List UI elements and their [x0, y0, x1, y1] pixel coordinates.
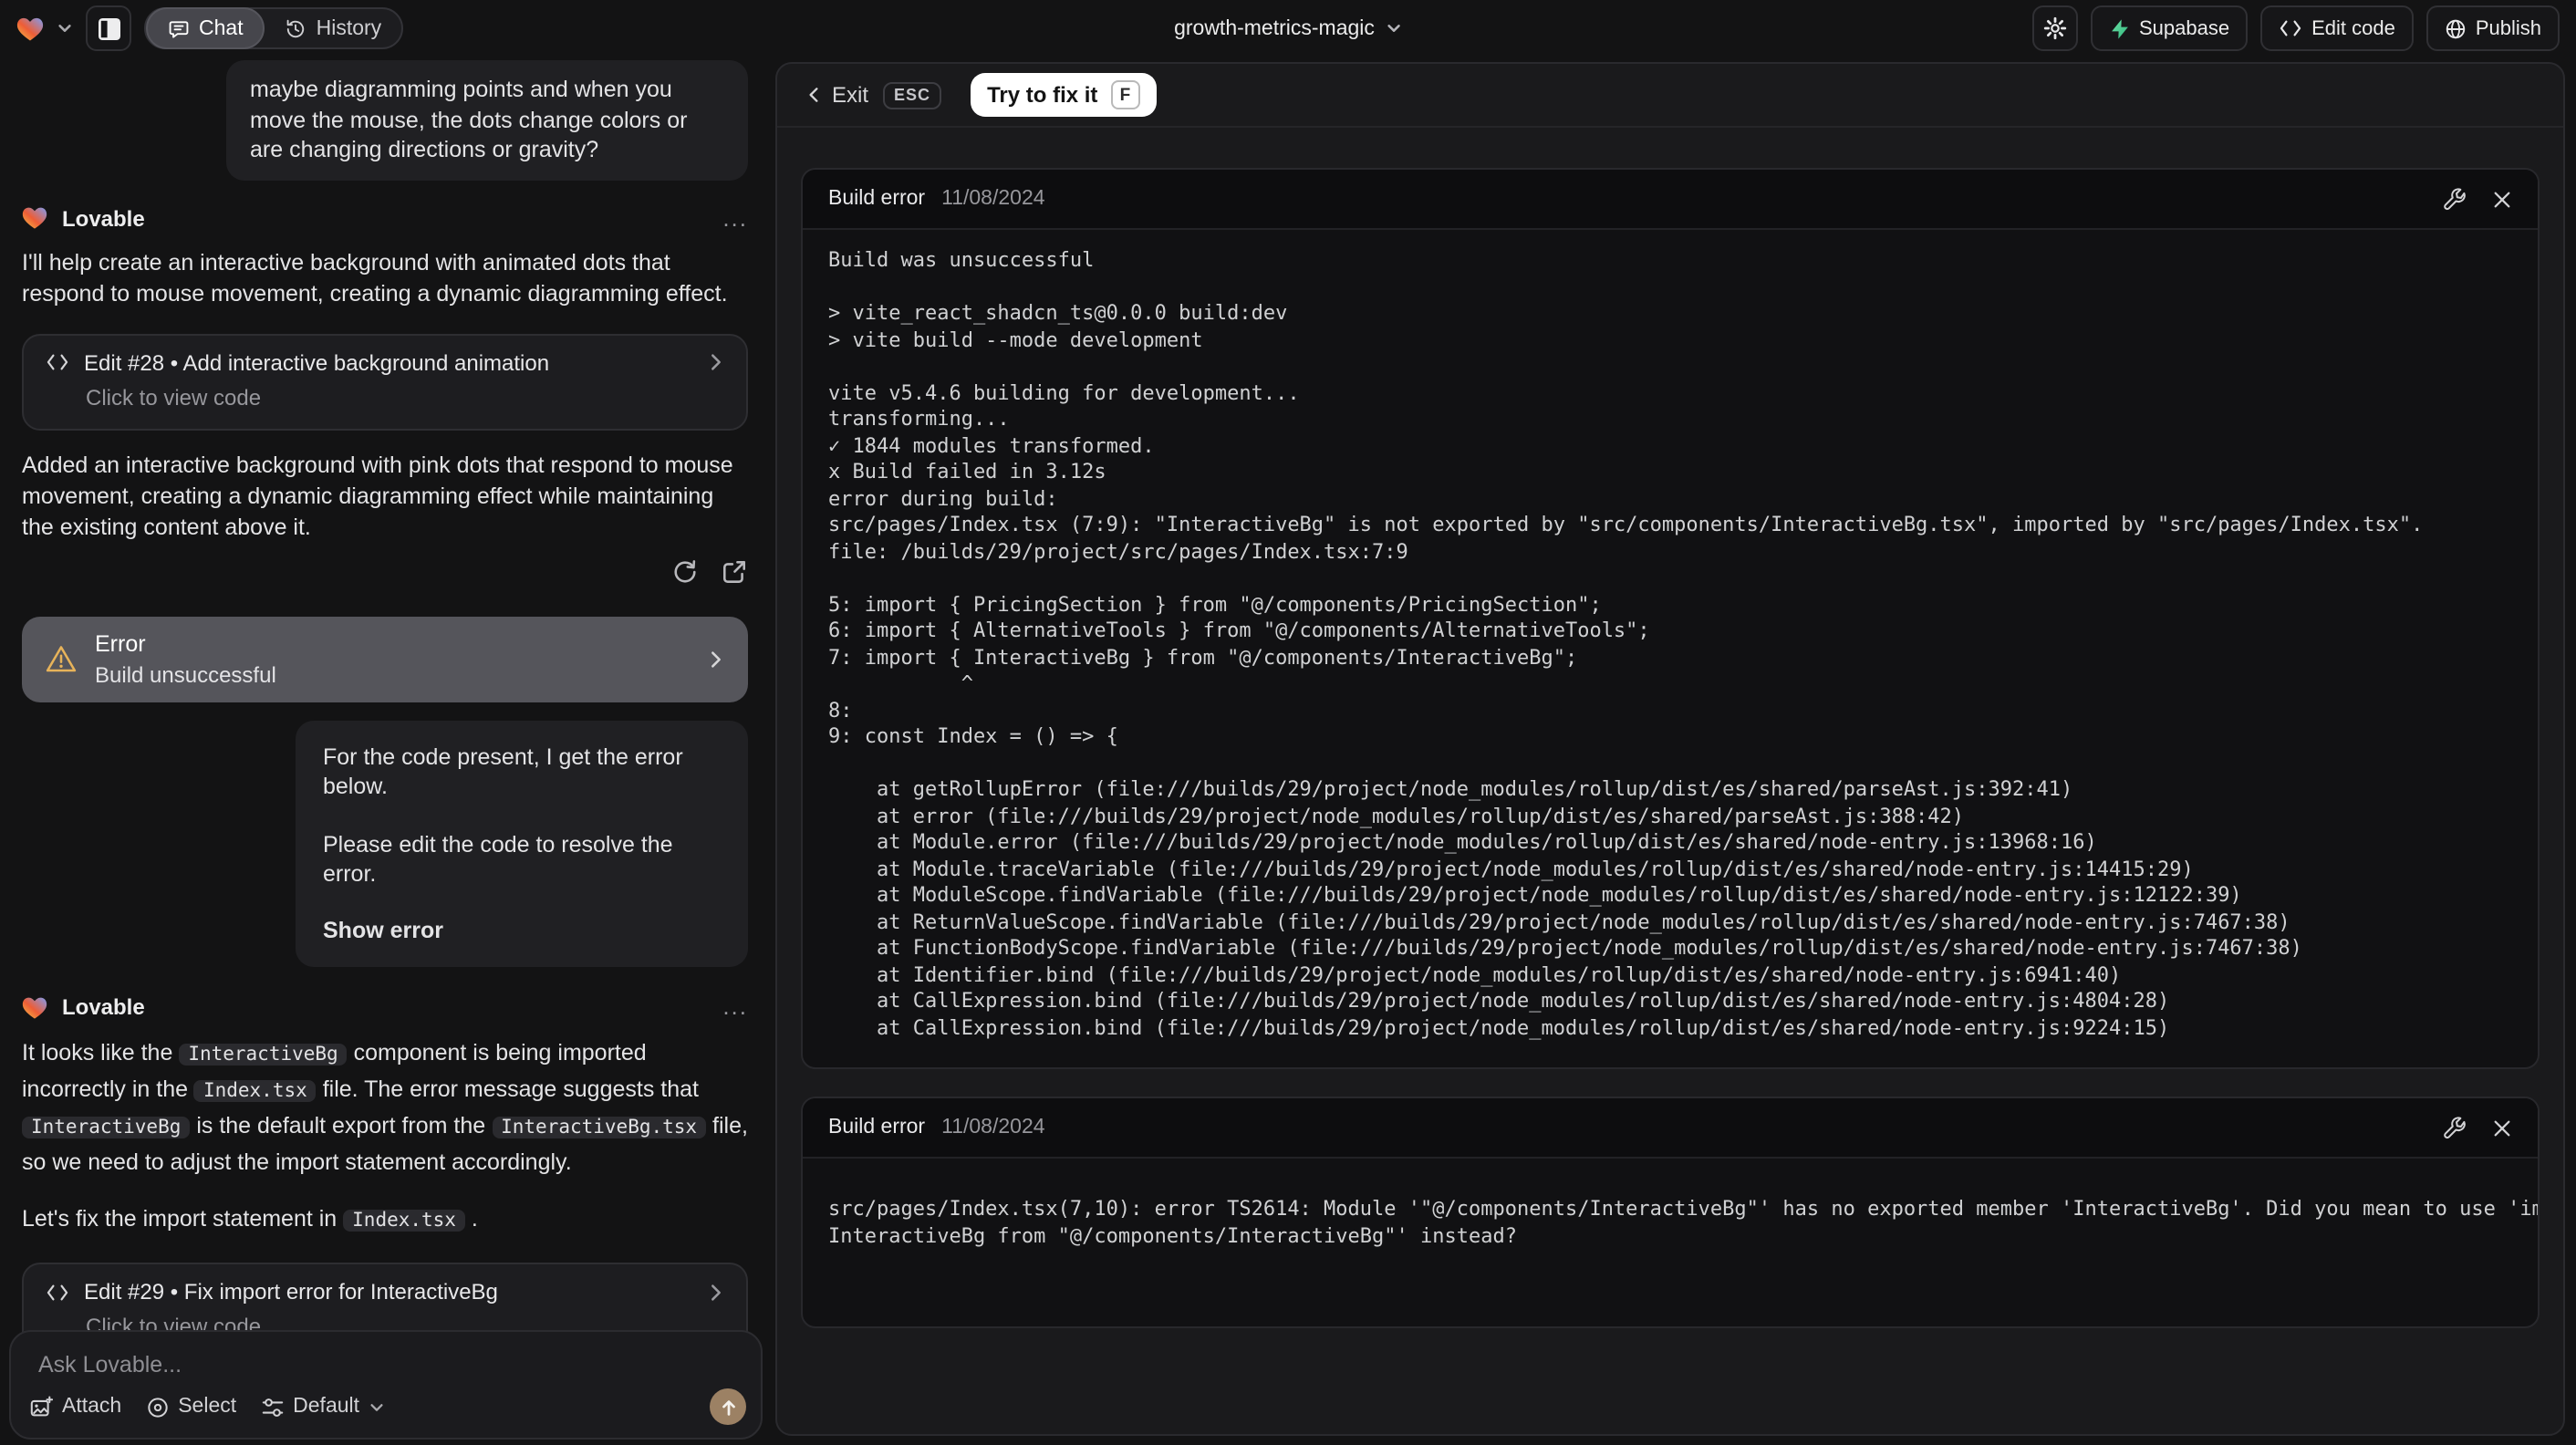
select-label: Select — [178, 1396, 237, 1418]
send-button[interactable] — [710, 1388, 746, 1425]
arrow-up-icon — [722, 1399, 734, 1415]
gear-icon — [2042, 16, 2066, 40]
header-actions: Supabase Edit code Publish — [2031, 5, 2560, 51]
assistant-header: Lovable ... — [22, 205, 748, 231]
logo-chevron-down-icon[interactable] — [57, 20, 73, 36]
sidebar-panel-icon — [98, 17, 119, 39]
top-header: Chat History growth-metrics-magic Supaba… — [0, 0, 2576, 57]
error-panel-content: Build error 11/08/2024 Build was unsucce… — [777, 128, 2563, 1328]
publish-label: Publish — [2475, 17, 2541, 39]
exit-button[interactable]: Exit — [806, 82, 868, 108]
lovable-avatar-heart-icon — [22, 207, 47, 229]
supabase-bolt-icon — [2111, 18, 2127, 38]
try-to-fix-button[interactable]: Try to fix it F — [971, 73, 1157, 117]
chevron-down-icon — [370, 1403, 383, 1410]
attach-image-icon — [30, 1395, 53, 1416]
edit-card-28[interactable]: Edit #28 • Add interactive background an… — [22, 333, 748, 430]
message-more-menu[interactable]: ... — [722, 994, 748, 1018]
chevron-right-icon — [712, 1284, 721, 1300]
exit-label: Exit — [832, 82, 869, 108]
close-icon[interactable] — [2492, 189, 2512, 209]
code-brackets-icon — [47, 1284, 68, 1300]
chat-history-tabs: Chat History — [144, 7, 404, 49]
edit-card-title: Edit #28 • Add interactive background an… — [84, 349, 550, 375]
user-message-line: For the code present, I get the error be… — [323, 743, 683, 799]
lovable-logo-heart-icon[interactable] — [16, 16, 44, 41]
edit-code-label: Edit code — [2311, 17, 2395, 39]
lovable-avatar-heart-icon — [22, 996, 47, 1018]
esc-key-hint: ESC — [883, 81, 942, 109]
code-brackets-icon — [47, 354, 68, 370]
chevron-left-icon — [809, 88, 818, 102]
settings-button[interactable] — [2031, 5, 2077, 51]
message-more-menu[interactable]: ... — [722, 205, 748, 229]
supabase-button[interactable]: Supabase — [2090, 5, 2249, 51]
build-error-log-card-2: Build error 11/08/2024 src/pages/Index.t… — [801, 1097, 2540, 1328]
history-clock-icon — [287, 18, 305, 37]
assistant-summary-text: Added an interactive background with pin… — [22, 452, 733, 539]
error-detail-panel: Exit ESC Try to fix it F Build error 11/… — [775, 62, 2565, 1436]
assistant-fix-text: It looks like the InteractiveBg componen… — [22, 1040, 748, 1175]
fix-label: Try to fix it — [987, 82, 1098, 108]
toggle-sidebar-button[interactable] — [86, 5, 131, 51]
chevron-right-icon — [712, 354, 721, 370]
edit-code-button[interactable]: Edit code — [2260, 5, 2414, 51]
chat-composer: Attach Select Default — [9, 1330, 763, 1440]
wrench-icon[interactable] — [2443, 187, 2467, 211]
attach-label: Attach — [62, 1396, 122, 1418]
select-element-button[interactable]: Select — [145, 1395, 236, 1419]
tab-chat[interactable]: Chat — [146, 7, 265, 49]
chat-sidebar: maybe diagramming points and when you mo… — [0, 57, 775, 1445]
publish-button[interactable]: Publish — [2425, 5, 2560, 51]
code-brackets-icon — [2280, 20, 2301, 36]
project-name: growth-metrics-magic — [1174, 17, 1375, 39]
error-card-subtitle: Build unsuccessful — [95, 661, 276, 687]
build-error-card[interactable]: Error Build unsuccessful — [22, 616, 748, 702]
show-error-link[interactable]: Show error — [323, 915, 721, 945]
message-actions — [22, 557, 748, 585]
restore-icon[interactable] — [671, 557, 699, 585]
select-target-icon — [147, 1397, 167, 1417]
app: Chat History growth-metrics-magic Supaba… — [0, 0, 2576, 1445]
build-error-title: Build error — [828, 1117, 926, 1138]
warning-triangle-icon — [46, 646, 77, 672]
user-message: maybe diagramming points and when you mo… — [226, 60, 748, 180]
user-message: For the code present, I get the error be… — [296, 720, 748, 967]
sliders-icon — [261, 1398, 283, 1416]
assistant-name: Lovable — [62, 994, 145, 1020]
project-switcher[interactable]: growth-metrics-magic — [1174, 0, 1402, 57]
build-error-log-card-1: Build error 11/08/2024 Build was unsucce… — [801, 168, 2540, 1069]
user-message-line: Please edit the code to resolve the erro… — [323, 831, 673, 887]
build-error-log: Build was unsuccessful > vite_react_shad… — [828, 248, 2424, 1039]
supabase-label: Supabase — [2139, 17, 2230, 39]
edit-card-title: Edit #29 • Fix import error for Interact… — [84, 1279, 498, 1305]
assistant-header: Lovable ... — [22, 994, 748, 1020]
build-error-date: 11/08/2024 — [941, 188, 1045, 210]
attach-button[interactable]: Attach — [29, 1395, 121, 1419]
build-error-log: src/pages/Index.tsx(7,10): error TS2614:… — [828, 1197, 2538, 1248]
fix-key-hint: F — [1110, 80, 1140, 109]
edit-card-subtitle: Click to view code — [86, 384, 262, 410]
chevron-right-icon — [712, 650, 721, 667]
project-chevron-down-icon — [1387, 25, 1400, 32]
close-icon[interactable] — [2492, 1118, 2512, 1138]
build-error-date: 11/08/2024 — [941, 1117, 1045, 1138]
model-label: Default — [293, 1396, 360, 1418]
assistant-name: Lovable — [62, 205, 145, 231]
chat-bubble-icon — [169, 20, 189, 37]
tab-history-label: History — [316, 17, 382, 39]
tab-chat-label: Chat — [199, 17, 244, 39]
error-panel-toolbar: Exit ESC Try to fix it F — [777, 64, 2563, 128]
build-error-title: Build error — [828, 188, 926, 210]
open-external-icon[interactable] — [721, 557, 748, 585]
assistant-intro-text: I'll help create an interactive backgrou… — [22, 249, 728, 306]
globe-icon — [2446, 18, 2466, 38]
assistant-fix-line: Let's fix the import statement in Index.… — [22, 1206, 478, 1232]
model-selector[interactable]: Default — [260, 1395, 385, 1419]
error-card-title: Error — [95, 630, 146, 656]
tab-history[interactable]: History — [265, 7, 402, 49]
wrench-icon[interactable] — [2443, 1116, 2467, 1139]
